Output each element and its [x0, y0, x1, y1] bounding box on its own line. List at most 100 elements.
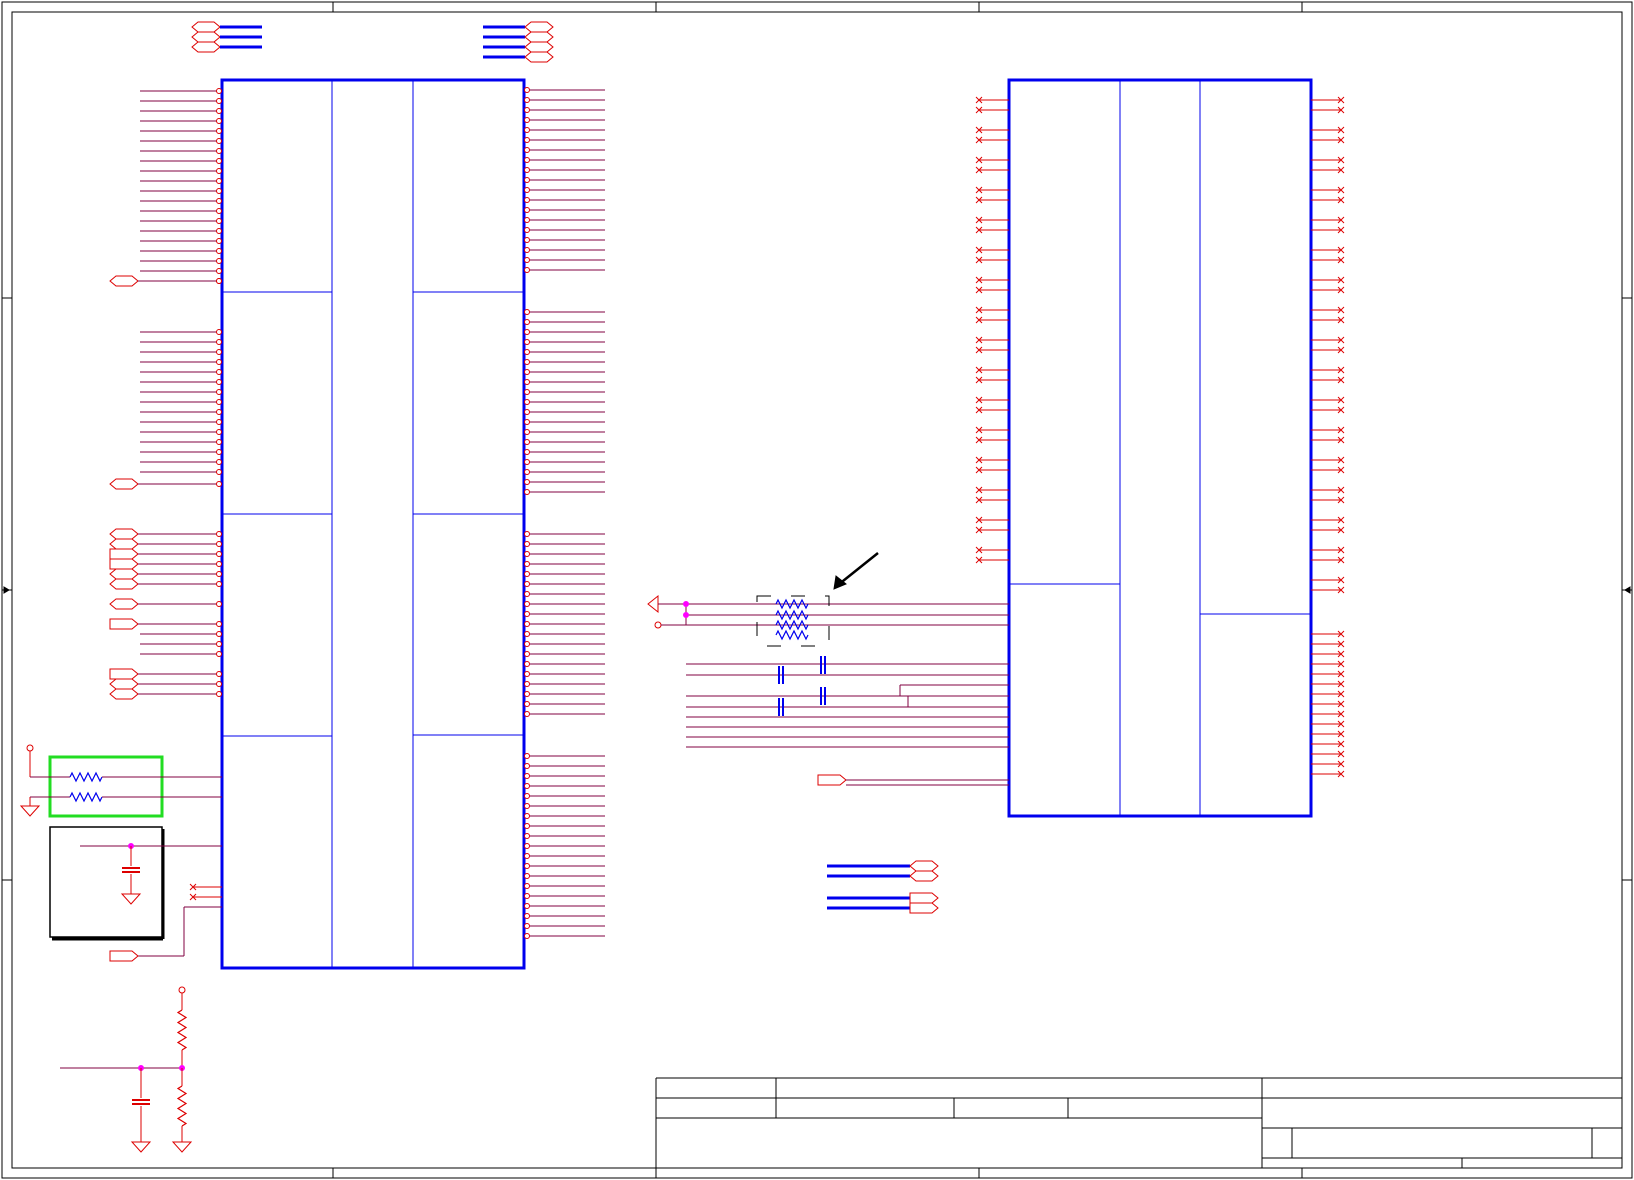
pin-dot: [216, 228, 222, 234]
power-pin-icon: [178, 986, 186, 994]
pin-dot: [524, 369, 530, 375]
pin-dot: [216, 128, 222, 134]
pin-dot: [524, 237, 530, 243]
resistor-zigzag-icon: [69, 771, 103, 783]
flag-port-icon: [817, 774, 847, 786]
pin-dot: [524, 439, 530, 445]
pin-dot: [524, 419, 530, 425]
pin-dot: [524, 763, 530, 769]
zone-marker-icon: [3, 586, 10, 594]
pin-dot: [524, 893, 530, 899]
ground-symbol-icon: [120, 893, 142, 905]
flag-port-icon: [109, 950, 139, 962]
pin-dot: [216, 379, 222, 385]
pin-dot: [524, 207, 530, 213]
pin-dot: [216, 389, 222, 395]
hex-port-icon: [191, 21, 221, 33]
flag-port-icon: [109, 668, 139, 680]
pin-dot: [524, 177, 530, 183]
pin-dot: [524, 913, 530, 919]
flag-port-icon: [909, 892, 939, 904]
hex-port-icon: [109, 678, 139, 690]
right-ic-body: [1007, 78, 1313, 818]
pin-dot: [524, 923, 530, 929]
hex-port-icon: [524, 51, 554, 63]
pin-dot: [524, 611, 530, 617]
hex-port-icon: [109, 528, 139, 540]
right-ic-component: [975, 78, 1345, 818]
junction-dot: [683, 612, 689, 618]
pin-dot: [216, 449, 222, 455]
pin-dot: [216, 359, 222, 365]
pin-dot: [216, 541, 222, 547]
schematic-canvas: [1, 1, 1633, 1179]
pin-dot: [216, 118, 222, 124]
pin-dot: [524, 933, 530, 939]
hex-port-icon: [524, 41, 554, 53]
pin-dot: [216, 218, 222, 224]
pin-dot: [524, 489, 530, 495]
left-ic-body: [220, 78, 526, 970]
pin-dot: [524, 349, 530, 355]
pin-dot: [216, 459, 222, 465]
pin-dot: [216, 148, 222, 154]
pin-dot: [524, 641, 530, 647]
pin-dot: [524, 793, 530, 799]
hex-port-icon: [109, 598, 139, 610]
pin-dot: [524, 833, 530, 839]
pin-dot: [524, 531, 530, 537]
pin-dot: [524, 681, 530, 687]
hex-port-icon: [909, 860, 939, 872]
hex-port-icon: [909, 870, 939, 882]
pin-dot: [524, 601, 530, 607]
pin-dot: [524, 711, 530, 717]
pin-dot: [524, 561, 530, 567]
pin-dot: [524, 469, 530, 475]
pin-dot: [216, 258, 222, 264]
pin-dot: [524, 267, 530, 273]
pin-dot: [524, 843, 530, 849]
pin-dot: [524, 309, 530, 315]
pin-dot: [524, 247, 530, 253]
pin-dot: [216, 248, 222, 254]
resistor-zigzag-icon: [176, 1009, 188, 1051]
support-circuitry: [19, 552, 1009, 1153]
pin-dot: [524, 379, 530, 385]
pin-dot: [524, 773, 530, 779]
pin-dot: [524, 157, 530, 163]
pin-dot: [524, 359, 530, 365]
pin-dot: [216, 419, 222, 425]
pin-dot: [216, 339, 222, 345]
pin-dot: [216, 369, 222, 375]
pin-dot: [216, 329, 222, 335]
pin-dot: [524, 97, 530, 103]
hex-port-icon: [109, 538, 139, 550]
zone-marker-icon: [1624, 586, 1631, 594]
pin-dot: [524, 319, 530, 325]
pin-dot: [524, 147, 530, 153]
pin-dot: [216, 88, 222, 94]
pin-dot: [524, 621, 530, 627]
pin-dot: [524, 581, 530, 587]
pin-dot: [216, 681, 222, 687]
pin-dot: [524, 813, 530, 819]
pin-dot: [524, 429, 530, 435]
resistor-zigzag-icon: [69, 791, 103, 803]
pin-dot: [216, 208, 222, 214]
resistor-zigzag-icon: [775, 629, 809, 641]
hex-port-icon: [109, 688, 139, 700]
pin-dot: [216, 349, 222, 355]
pin-dot: [524, 823, 530, 829]
power-pin-icon: [26, 744, 34, 752]
pin-dot: [524, 691, 530, 697]
pin-dot: [216, 439, 222, 445]
ground-symbol-icon: [171, 1141, 193, 1153]
pin-dot: [524, 117, 530, 123]
pin-dot: [216, 561, 222, 567]
title-block: [655, 1077, 1622, 1168]
pin-dot: [524, 479, 530, 485]
power-pin-icon: [654, 621, 662, 629]
pin-dot: [524, 853, 530, 859]
pin-dot: [524, 883, 530, 889]
pin-dot: [524, 329, 530, 335]
